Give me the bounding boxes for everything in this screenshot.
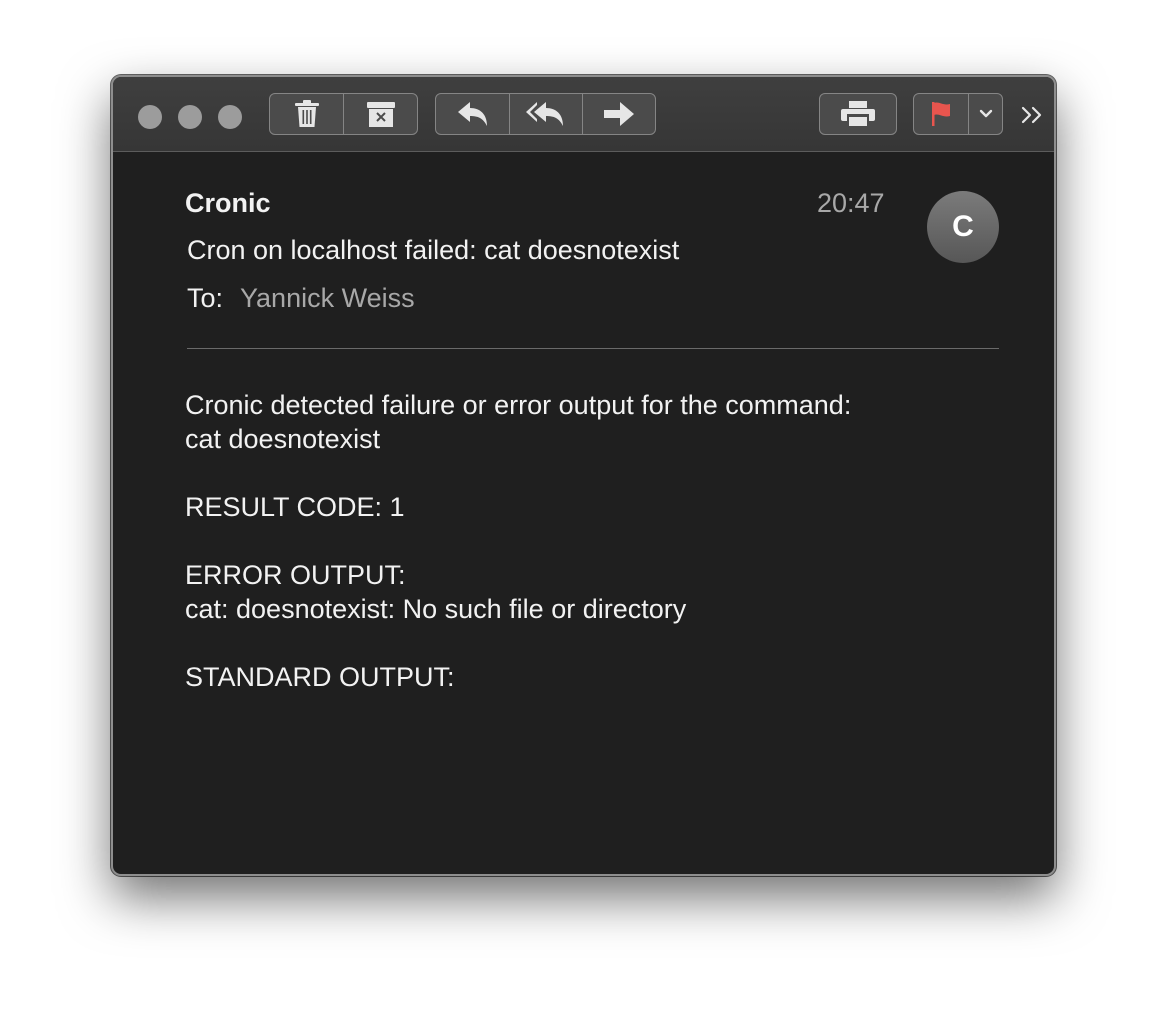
minimize-window-button[interactable] [178,105,202,129]
body-line: cat doesnotexist [185,424,381,454]
archive-icon [366,102,395,127]
message-view: Cronic 20:47 C Cron on localhost failed:… [113,152,1054,874]
chevron-down-icon [979,109,992,118]
mail-window: Cronic 20:47 C Cron on localhost failed:… [111,75,1056,876]
delete-archive-group [269,93,418,135]
archive-button[interactable] [344,94,417,134]
forward-icon [604,102,634,126]
to-label: To: [187,283,224,313]
flag-button[interactable] [914,94,969,134]
toolbar-overflow-button[interactable] [1018,101,1048,129]
message-time: 20:47 [817,188,885,218]
recipient-row: To: Yannick Weiss [187,283,415,314]
reply-all-button[interactable] [510,94,583,134]
message-subject: Cron on localhost failed: cat doesnotexi… [187,235,680,265]
reply-all-icon [526,102,563,126]
header-divider [187,348,999,349]
body-line [185,626,1005,660]
body-line: ERROR OUTPUT: [185,560,406,590]
body-line: Cronic detected failure or error output … [185,390,852,420]
zoom-window-button[interactable] [218,105,242,129]
toolbar [113,77,1054,152]
flag-menu-button[interactable] [969,94,1002,134]
sender-name: Cronic [185,188,271,218]
message-body: Cronic detected failure or error output … [185,388,1005,694]
reply-forward-group [435,93,656,135]
recipient-name[interactable]: Yannick Weiss [240,283,415,314]
body-line [185,456,1005,490]
print-group [819,93,897,135]
printer-icon [841,101,875,128]
body-line: STANDARD OUTPUT: [185,662,455,692]
flag-icon [932,102,950,126]
close-window-button[interactable] [138,105,162,129]
double-chevron-right-icon [1021,106,1042,124]
reply-button[interactable] [436,94,510,134]
flag-group [913,93,1003,135]
forward-button[interactable] [583,94,655,134]
body-line: cat: doesnotexist: No such file or direc… [185,594,687,624]
delete-button[interactable] [270,94,344,134]
print-button[interactable] [820,94,896,134]
body-line [185,524,1005,558]
trash-icon [294,100,319,127]
body-line: RESULT CODE: 1 [185,492,405,522]
avatar: C [927,191,999,263]
reply-icon [457,102,487,126]
